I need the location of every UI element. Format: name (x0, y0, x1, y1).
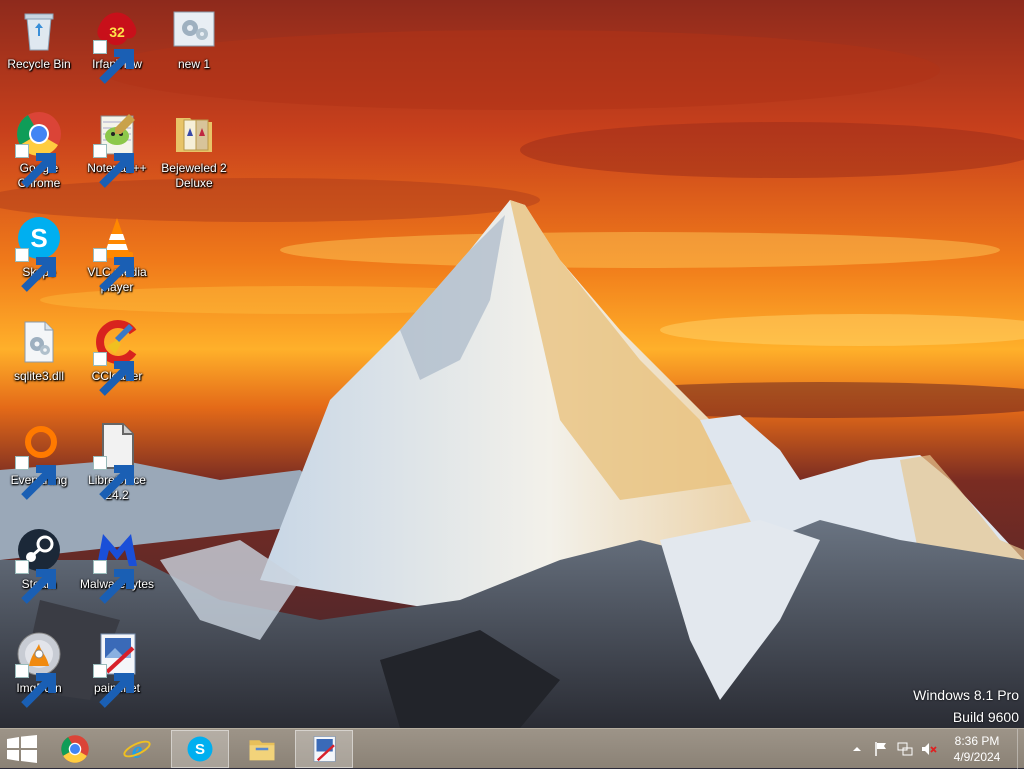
libreoffice-icon (93, 422, 141, 500)
svg-text:S: S (195, 741, 205, 758)
chrome-icon (15, 110, 63, 188)
shortcut-arrow-icon (93, 560, 134, 604)
watermark-edition: Windows 8.1 Pro (913, 687, 1019, 703)
shortcut-arrow-icon (93, 664, 134, 708)
everything-icon (15, 422, 63, 500)
config-file-icon (170, 6, 218, 54)
vlc-icon (93, 214, 141, 292)
taskbar: e S 8:36 PM 4/9/2024 (0, 728, 1024, 769)
windows-watermark: Windows 8.1 Pro Build 9600 (913, 684, 1019, 728)
shortcut-arrow-icon (15, 248, 56, 292)
desktop-icon-ccleaner[interactable]: CCleaner (78, 312, 156, 412)
malwarebytes-icon (93, 526, 141, 604)
desktop-icon-paint-net[interactable]: paint.net (78, 624, 156, 724)
desktop-icon-label: sqlite3.dll (13, 369, 65, 383)
shortcut-arrow-icon (93, 456, 134, 500)
desktop-icon-bejeweled-2-deluxe[interactable]: Bejeweled 2 Deluxe (155, 104, 233, 204)
desktop-icon-label: new 1 (177, 57, 211, 71)
skype-icon: S (15, 214, 63, 292)
clock-time: 8:36 PM (954, 734, 1000, 748)
dll-file-icon (15, 318, 63, 366)
desktop-icon-google-chrome[interactable]: Google Chrome (0, 104, 78, 204)
desktop-icon-irfanview[interactable]: 32 IrfanView (78, 0, 156, 100)
taskbar-button-internet-explorer[interactable]: e (108, 730, 166, 768)
desktop-icon-libreoffice[interactable]: LibreOffice 24.2 (78, 416, 156, 516)
shortcut-arrow-icon (93, 248, 134, 292)
file-explorer-icon (249, 740, 275, 761)
taskbar-button-chrome[interactable] (46, 730, 104, 768)
recycle-bin-icon (15, 6, 63, 54)
desktop-icon-vlc-media-player[interactable]: VLC media player (78, 208, 156, 308)
desktop-icon-notepadpp[interactable]: Notepad++ (78, 104, 156, 204)
shortcut-arrow-icon (93, 352, 134, 396)
chevron-up-icon (853, 747, 861, 751)
shortcut-arrow-icon (93, 40, 134, 84)
watermark-build: Build 9600 (952, 709, 1019, 725)
desktop-icon-label: Recycle Bin (7, 57, 71, 71)
taskbar-button-file-explorer[interactable] (233, 730, 291, 768)
paintnet-icon (313, 736, 336, 762)
steam-icon (15, 526, 63, 604)
action-center-button[interactable] (869, 729, 893, 769)
notepadpp-icon (93, 110, 141, 188)
chrome-icon (61, 735, 89, 763)
shortcut-arrow-icon (93, 144, 134, 188)
taskbar-clock[interactable]: 8:36 PM 4/9/2024 (941, 733, 1013, 765)
desktop-icon-label: Bejeweled 2 Deluxe (161, 161, 227, 190)
volume-muted-icon (922, 743, 937, 755)
show-hidden-icons-button[interactable] (845, 729, 869, 769)
paintnet-icon (93, 630, 141, 708)
network-icon (897, 742, 913, 756)
clock-date: 4/9/2024 (953, 750, 1001, 764)
desktop-icon-new-1[interactable]: new 1 (155, 0, 233, 100)
irfanview-icon: 32 (93, 6, 141, 84)
system-tray: 8:36 PM 4/9/2024 (845, 729, 1024, 769)
shortcut-arrow-icon (15, 144, 56, 188)
ccleaner-icon (93, 318, 141, 396)
internet-explorer-icon: e (123, 738, 151, 764)
desktop-icon-everything[interactable]: Everything (0, 416, 78, 516)
irfanview-badge: 32 (109, 24, 125, 40)
desktop-icon-sqlite3-dll[interactable]: sqlite3.dll (0, 312, 78, 412)
desktop-icon-steam[interactable]: Steam (0, 520, 78, 620)
desktop-icon-imgburn[interactable]: ImgBurn (0, 624, 78, 724)
skype-icon: S (187, 736, 213, 762)
shortcut-arrow-icon (15, 664, 56, 708)
show-desktop-button[interactable] (1017, 729, 1024, 769)
windows-start-icon (7, 735, 37, 763)
imgburn-icon (15, 630, 63, 708)
shortcut-arrow-icon (15, 560, 56, 604)
volume-button[interactable] (917, 729, 941, 769)
action-center-flag-icon (875, 742, 886, 756)
shortcut-arrow-icon (15, 456, 56, 500)
taskbar-button-skype[interactable]: S (171, 730, 229, 768)
desktop-icon-skype[interactable]: S Skype (0, 208, 78, 308)
start-button[interactable] (4, 733, 40, 765)
desktop-icon-recycle-bin[interactable]: Recycle Bin (0, 0, 78, 100)
network-button[interactable] (893, 729, 917, 769)
taskbar-button-paint-net[interactable] (295, 730, 353, 768)
folder-icon (170, 110, 218, 158)
desktop-icon-malwarebytes[interactable]: Malwarebytes (78, 520, 156, 620)
